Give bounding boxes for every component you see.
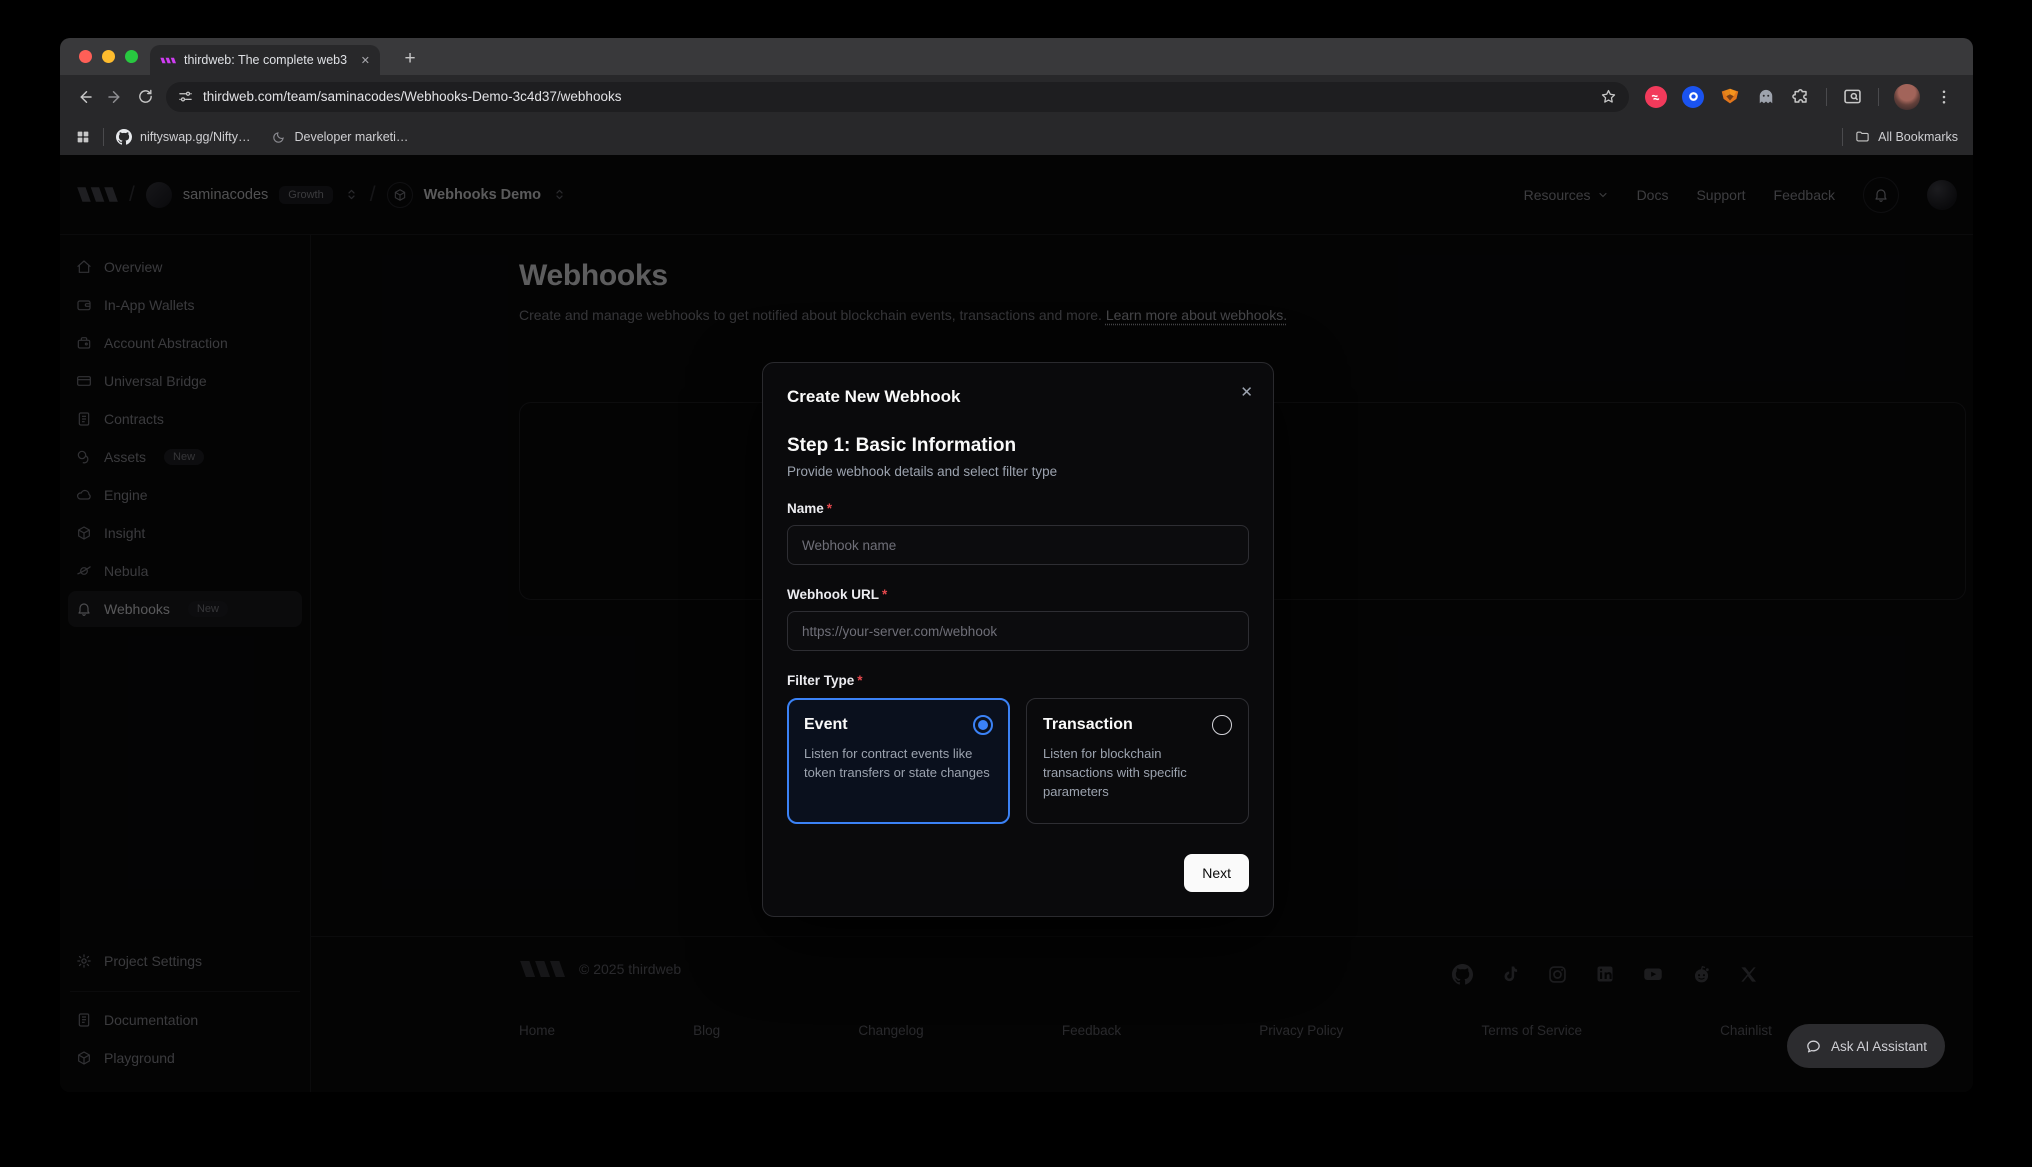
extension-blue-wallet-icon[interactable]	[1682, 86, 1704, 108]
site-viewport: / saminacodes Growth / Webhooks Demo Re	[60, 155, 1973, 1092]
bookmarks-separator	[103, 128, 104, 146]
filter-option-event[interactable]: Event Listen for contract events like to…	[787, 698, 1010, 824]
all-bookmarks-button[interactable]: All Bookmarks	[1855, 129, 1958, 144]
extensions-puzzle-icon[interactable]	[1791, 87, 1811, 107]
browser-toolbar: thirdweb.com/team/saminacodes/Webhooks-D…	[60, 75, 1973, 118]
side-panel-search-icon[interactable]	[1842, 86, 1863, 107]
required-asterisk: *	[882, 587, 887, 602]
webhook-name-input[interactable]	[787, 525, 1249, 565]
toolbar-separator	[1878, 88, 1879, 106]
filter-type-label: Filter Type*	[787, 673, 1249, 688]
filter-option-description: Listen for blockchain transactions with …	[1043, 745, 1232, 802]
new-tab-button[interactable]: +	[396, 45, 424, 73]
browser-tab[interactable]: thirdweb: The complete web3 ✕	[150, 45, 380, 75]
filter-option-description: Listen for contract events like token tr…	[804, 745, 993, 783]
extension-metamask-icon[interactable]	[1719, 86, 1741, 108]
radio-selected[interactable]	[973, 715, 993, 735]
tab-title: thirdweb: The complete web3	[184, 53, 353, 67]
thirdweb-favicon-icon	[160, 55, 176, 66]
browser-profile-avatar[interactable]	[1894, 84, 1920, 110]
filter-option-title: Transaction	[1043, 716, 1133, 734]
modal-actions: Next	[787, 854, 1249, 892]
forward-button[interactable]	[100, 82, 130, 112]
filter-option-transaction[interactable]: Transaction Listen for blockchain transa…	[1026, 698, 1249, 824]
name-label: Name*	[787, 501, 1249, 516]
next-button[interactable]: Next	[1184, 854, 1249, 892]
filter-option-title: Event	[804, 716, 848, 734]
reload-button[interactable]	[130, 82, 160, 112]
step-subtitle: Provide webhook details and select filte…	[787, 464, 1249, 479]
required-asterisk: *	[857, 673, 862, 688]
required-asterisk: *	[827, 501, 832, 516]
traffic-lights	[79, 50, 138, 63]
close-icon[interactable]: ✕	[1240, 383, 1253, 401]
chat-bubble-icon	[1805, 1038, 1822, 1055]
browser-menu-icon[interactable]	[1935, 88, 1953, 106]
extension-phantom-icon[interactable]	[1756, 87, 1776, 107]
minimize-window-button[interactable]	[102, 50, 115, 63]
step-title: Step 1: Basic Information	[787, 435, 1249, 457]
bookmark-item[interactable]: Developer marketi…	[272, 130, 408, 144]
tab-strip: thirdweb: The complete web3 ✕ +	[60, 38, 1973, 75]
github-icon	[116, 129, 132, 145]
site-settings-icon[interactable]	[178, 89, 193, 104]
apps-grid-icon[interactable]	[75, 129, 91, 145]
create-webhook-modal: Create New Webhook ✕ Step 1: Basic Infor…	[762, 362, 1274, 917]
extension-red-wallet-icon[interactable]	[1645, 86, 1667, 108]
all-bookmarks-label: All Bookmarks	[1878, 130, 1958, 144]
bookmarks-bar: niftyswap.gg/Nifty… Developer marketi… A…	[60, 118, 1973, 155]
zoom-window-button[interactable]	[125, 50, 138, 63]
ask-ai-assistant-button[interactable]: Ask AI Assistant	[1787, 1024, 1945, 1068]
filter-type-options: Event Listen for contract events like to…	[787, 698, 1249, 824]
back-button[interactable]	[70, 82, 100, 112]
bookmark-star-icon[interactable]	[1600, 88, 1617, 105]
webhook-url-input[interactable]	[787, 611, 1249, 651]
extensions-row	[1635, 84, 1963, 110]
folder-icon	[1855, 129, 1870, 144]
bookmark-label: niftyswap.gg/Nifty…	[140, 130, 250, 144]
bookmark-item[interactable]: niftyswap.gg/Nifty…	[116, 129, 250, 145]
close-window-button[interactable]	[79, 50, 92, 63]
modal-title: Create New Webhook	[787, 387, 1249, 407]
webhook-url-label: Webhook URL*	[787, 587, 1249, 602]
toolbar-separator	[1826, 88, 1827, 106]
url-text[interactable]: thirdweb.com/team/saminacodes/Webhooks-D…	[203, 89, 1590, 104]
crescent-icon	[272, 130, 286, 144]
tab-close-icon[interactable]: ✕	[361, 54, 370, 67]
radio-unselected[interactable]	[1212, 715, 1232, 735]
bookmarks-separator	[1842, 128, 1843, 146]
address-bar[interactable]: thirdweb.com/team/saminacodes/Webhooks-D…	[166, 82, 1629, 112]
bookmark-label: Developer marketi…	[294, 130, 408, 144]
browser-window: thirdweb: The complete web3 ✕ + thirdweb…	[60, 38, 1973, 1092]
